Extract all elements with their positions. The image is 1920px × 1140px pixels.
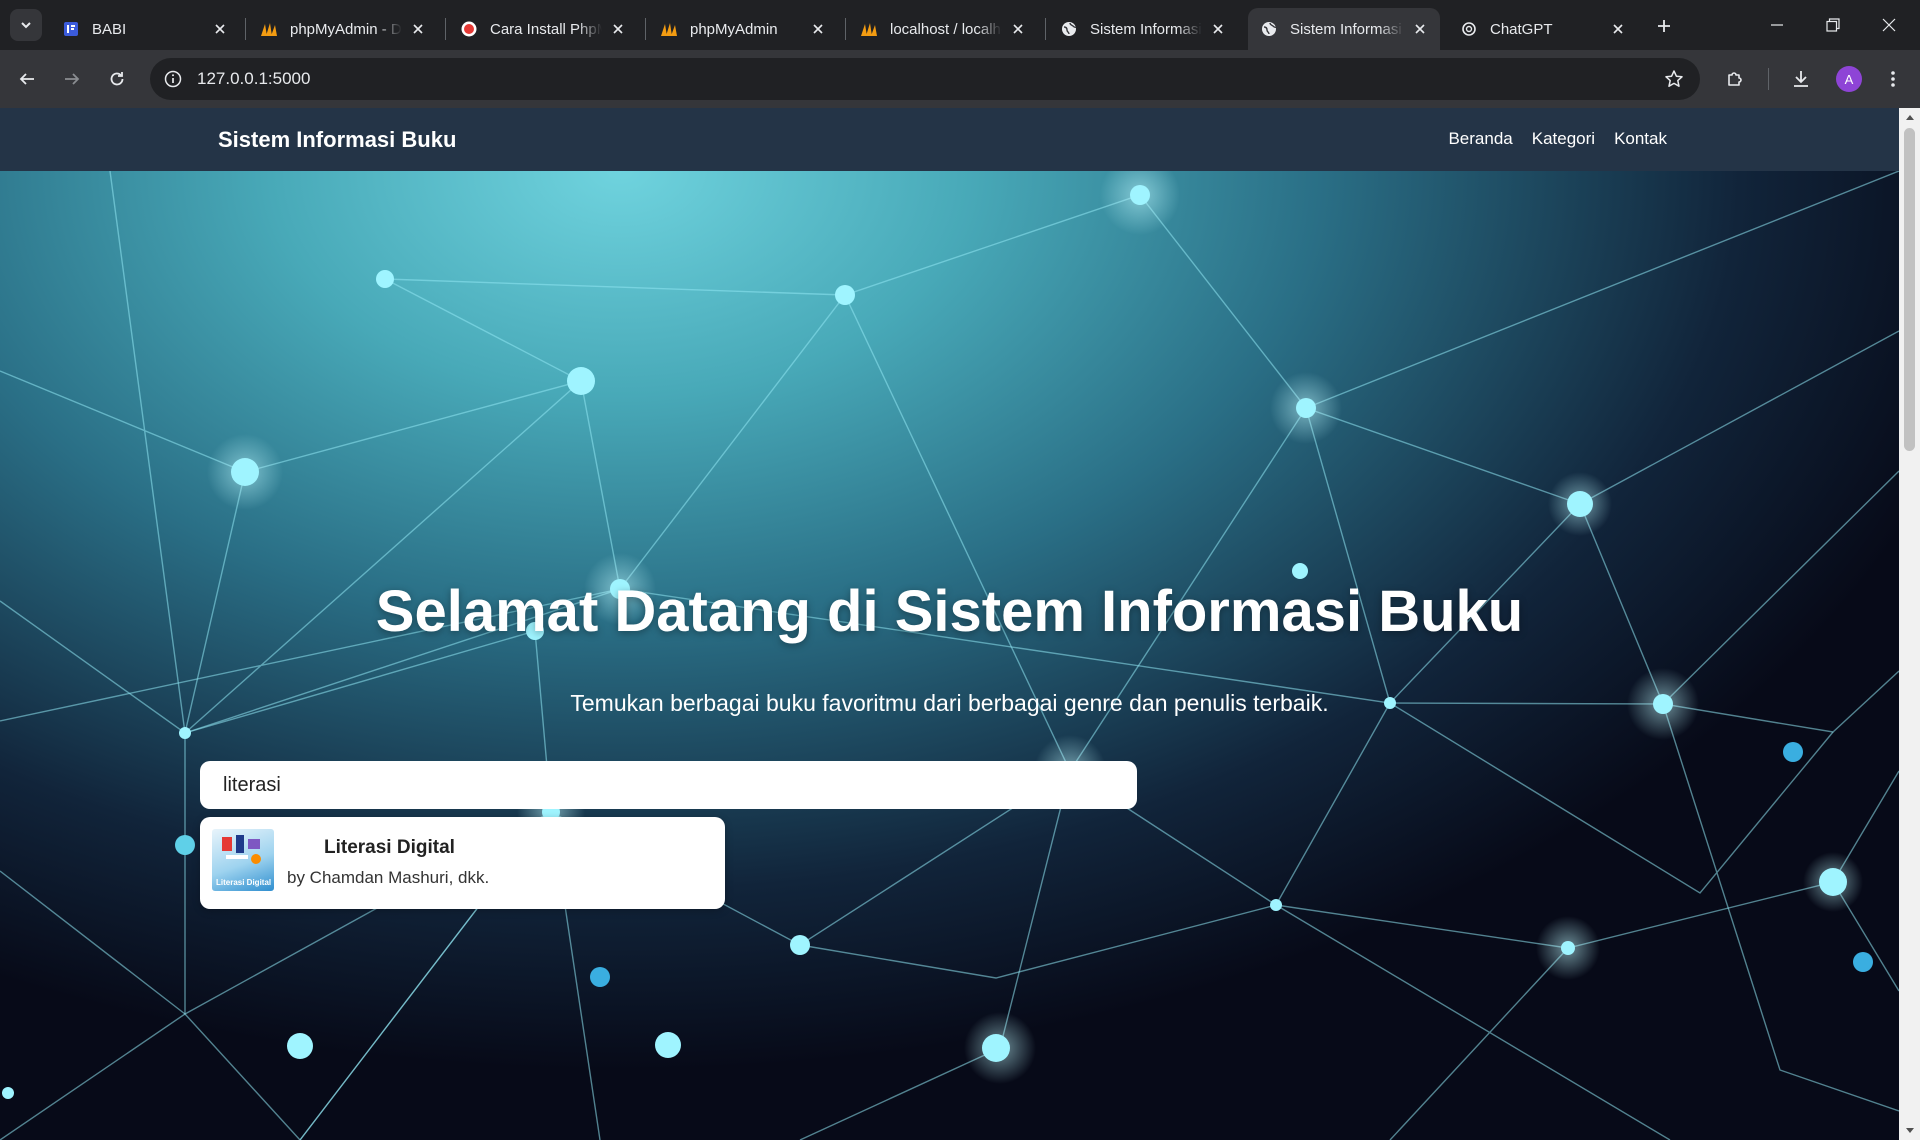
- close-tab-icon[interactable]: [1008, 19, 1028, 39]
- nav-link-beranda[interactable]: Beranda: [1448, 129, 1512, 149]
- phpmyadmin-favicon: [660, 20, 678, 38]
- tab-title: Sistem Informasi Buku: [1090, 20, 1202, 38]
- tab-title: BABI: [92, 20, 127, 38]
- arrow-left-icon: [19, 73, 34, 85]
- arrow-right-icon: [65, 73, 80, 85]
- tab-localhost[interactable]: localhost / localhost: [848, 8, 1038, 50]
- book-author: by Chamdan Mashuri, dkk.: [287, 868, 490, 887]
- tab-divider: [245, 18, 246, 40]
- tab-cara-install[interactable]: Cara Install PhpMyAdmin: [448, 8, 638, 50]
- plus-icon: [1658, 20, 1670, 32]
- hero-section: Selamat Datang di Sistem Informasi Buku …: [0, 171, 1899, 1140]
- chevron-down-icon: [21, 22, 31, 29]
- globe-icon: [1060, 20, 1078, 38]
- page-viewport: Sistem Informasi Buku Beranda Kategori K…: [0, 108, 1920, 1140]
- babi-favicon: [62, 20, 80, 38]
- network-background: [0, 171, 1899, 1140]
- close-icon: [1882, 18, 1896, 32]
- globe-icon: [1260, 20, 1278, 38]
- tab-phpmyadmin-2[interactable]: phpMyAdmin: [648, 8, 838, 50]
- address-bar[interactable]: 127.0.0.1:5000: [150, 58, 1700, 100]
- scroll-down-arrow-icon[interactable]: [1899, 1122, 1920, 1140]
- close-tab-icon[interactable]: [210, 19, 230, 39]
- tab-title: phpMyAdmin - D: [290, 20, 402, 38]
- phpmyadmin-favicon: [860, 20, 878, 38]
- article-favicon: [460, 20, 478, 38]
- tab-divider: [1045, 18, 1046, 40]
- hero-title: Selamat Datang di Sistem Informasi Buku: [375, 579, 1524, 644]
- close-tab-icon[interactable]: [408, 19, 428, 39]
- back-button[interactable]: [10, 62, 44, 96]
- close-tab-icon[interactable]: [1208, 19, 1228, 39]
- close-tab-icon[interactable]: [808, 19, 828, 39]
- puzzle-icon: [1728, 72, 1742, 86]
- browser-toolbar: 127.0.0.1:5000 A: [0, 50, 1920, 108]
- tab-strip: BABI phpMyAdmin - D Cara Install PhpMyAd…: [0, 0, 1920, 50]
- profile-avatar[interactable]: A: [1836, 66, 1862, 92]
- downloads-button[interactable]: [1784, 62, 1818, 96]
- nav-link-kontak[interactable]: Kontak: [1614, 129, 1667, 149]
- reload-icon: [110, 72, 124, 86]
- tab-sistem-informasi-active[interactable]: Sistem Informasi Buku: [1248, 8, 1440, 50]
- chatgpt-favicon: [1460, 20, 1478, 38]
- nav-link-kategori[interactable]: Kategori: [1532, 129, 1595, 149]
- toolbar-divider: [1768, 68, 1769, 90]
- tab-divider: [845, 18, 846, 40]
- star-icon[interactable]: [1664, 69, 1684, 89]
- tab-babi[interactable]: BABI: [50, 8, 240, 50]
- hero-subtitle: Temukan berbagai buku favoritmu dari ber…: [570, 690, 1329, 716]
- restore-button[interactable]: [1806, 0, 1860, 50]
- tab-chatgpt[interactable]: ChatGPT: [1448, 8, 1638, 50]
- url-text[interactable]: 127.0.0.1:5000: [197, 69, 310, 89]
- minimize-icon: [1771, 24, 1783, 26]
- tab-title: phpMyAdmin: [690, 20, 778, 38]
- download-icon: [1794, 71, 1808, 87]
- nav-links: Beranda Kategori Kontak: [1448, 129, 1667, 149]
- site-brand[interactable]: Sistem Informasi Buku: [218, 127, 456, 153]
- phpmyadmin-favicon: [260, 20, 278, 38]
- close-tab-icon[interactable]: [1410, 19, 1430, 39]
- scroll-up-arrow-icon[interactable]: [1899, 108, 1920, 126]
- tab-title: localhost / localhost: [890, 20, 1002, 38]
- reload-button[interactable]: [100, 62, 134, 96]
- site-info-icon[interactable]: [164, 70, 182, 88]
- book-cover-label: Literasi Digital: [216, 878, 272, 887]
- book-title[interactable]: Literasi Digital: [324, 837, 455, 859]
- kebab-menu-icon: [1891, 71, 1895, 87]
- tab-sistem-informasi-1[interactable]: Sistem Informasi Buku: [1048, 8, 1238, 50]
- tab-title: Sistem Informasi Buku: [1290, 20, 1404, 38]
- tab-search-button[interactable]: [10, 9, 42, 41]
- search-input[interactable]: [200, 761, 1137, 809]
- close-tab-icon[interactable]: [1608, 19, 1628, 39]
- site-navbar: Sistem Informasi Buku Beranda Kategori K…: [0, 108, 1899, 171]
- tab-phpmyadmin-1[interactable]: phpMyAdmin - D: [248, 8, 438, 50]
- close-window-button[interactable]: [1862, 0, 1916, 50]
- tab-title: Cara Install PhpMyAdmin: [490, 20, 602, 38]
- search-result-item[interactable]: Literasi Digital Literasi Digital by Cha…: [200, 817, 725, 909]
- extensions-button[interactable]: [1718, 62, 1752, 96]
- menu-button[interactable]: [1876, 62, 1910, 96]
- new-tab-button[interactable]: [1650, 12, 1678, 40]
- tab-title: ChatGPT: [1490, 20, 1553, 38]
- tab-divider: [445, 18, 446, 40]
- close-tab-icon[interactable]: [608, 19, 628, 39]
- forward-button[interactable]: [55, 62, 89, 96]
- scrollbar-thumb[interactable]: [1904, 128, 1915, 451]
- page-scrollbar[interactable]: [1899, 108, 1920, 1140]
- restore-icon: [1826, 18, 1840, 32]
- minimize-button[interactable]: [1750, 0, 1804, 50]
- book-cover: Literasi Digital: [212, 829, 274, 891]
- tab-divider: [645, 18, 646, 40]
